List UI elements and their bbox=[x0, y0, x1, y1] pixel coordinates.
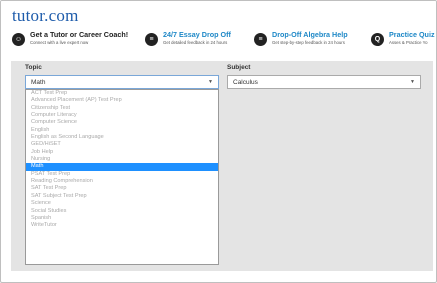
promo-title: Practice Quiz bbox=[389, 30, 435, 39]
dropdown-option[interactable]: Science bbox=[26, 200, 218, 207]
dropdown-option[interactable]: Advanced Placement (AP) Test Prep bbox=[26, 97, 218, 104]
promo-subtitle: Asses & Practice Yo bbox=[389, 40, 428, 45]
promo-title: Drop-Off Algebra Help bbox=[272, 30, 348, 39]
dropdown-option[interactable]: English bbox=[26, 127, 218, 134]
topic-label: Topic bbox=[25, 64, 42, 71]
chevron-down-icon: ▼ bbox=[410, 79, 415, 85]
topic-select[interactable]: Math ▼ bbox=[25, 75, 219, 89]
dropdown-option[interactable]: Social Studies bbox=[26, 208, 218, 215]
promo-title: Get a Tutor or Career Coach! bbox=[30, 30, 129, 39]
dropdown-option[interactable]: Citizenship Test bbox=[26, 105, 218, 112]
subject-select[interactable]: Calculus ▼ bbox=[227, 75, 421, 89]
dropdown-option[interactable]: PSAT Test Prep bbox=[26, 171, 218, 178]
dropdown-option[interactable]: Math bbox=[26, 163, 218, 171]
algebra-icon: ≡ bbox=[254, 33, 267, 46]
topic-select-value: Math bbox=[31, 79, 46, 86]
promo-subtitle: Get detailed feedback in 24 hours bbox=[163, 40, 228, 45]
dropdown-option[interactable]: Reading Comprehension bbox=[26, 178, 218, 185]
essay-icon: ≡ bbox=[145, 33, 158, 46]
subject-label: Subject bbox=[227, 64, 251, 71]
subject-select-value: Calculus bbox=[233, 79, 258, 86]
topic-dropdown-list[interactable]: ACT Test Prep Advanced Placement (AP) Tes… bbox=[25, 89, 219, 265]
dropdown-option[interactable]: GED/HiSET bbox=[26, 141, 218, 148]
dropdown-option[interactable]: Job Help bbox=[26, 149, 218, 156]
dropdown-option[interactable]: WriteTutor bbox=[26, 222, 218, 229]
dropdown-option[interactable]: SAT Subject Test Prep bbox=[26, 193, 218, 200]
quiz-icon: Q bbox=[371, 33, 384, 46]
dropdown-option[interactable]: Spanish bbox=[26, 215, 218, 222]
dropdown-option[interactable]: ACT Test Prep bbox=[26, 90, 218, 97]
dropdown-option[interactable]: English as Second Language bbox=[26, 134, 218, 141]
dropdown-option[interactable]: Computer Literacy bbox=[26, 112, 218, 119]
promo-subtitle: Get step-by-step feedback in 24 hours bbox=[272, 40, 345, 45]
tutor-com-logo[interactable]: tutor.com bbox=[12, 6, 79, 26]
person-chat-icon: ☺ bbox=[12, 33, 25, 46]
promo-subtitle: Connect with a live expert now bbox=[30, 40, 89, 45]
dropdown-option[interactable]: Nursing bbox=[26, 156, 218, 163]
page-frame: tutor.com ☺ Get a Tutor or Career Coach!… bbox=[0, 0, 437, 283]
dropdown-option[interactable]: Computer Science bbox=[26, 119, 218, 126]
site-header: tutor.com ☺ Get a Tutor or Career Coach!… bbox=[1, 1, 436, 61]
chevron-down-icon: ▼ bbox=[208, 79, 213, 85]
promo-title: 24/7 Essay Drop Off bbox=[163, 30, 231, 39]
dropdown-option[interactable]: SAT Test Prep bbox=[26, 185, 218, 192]
